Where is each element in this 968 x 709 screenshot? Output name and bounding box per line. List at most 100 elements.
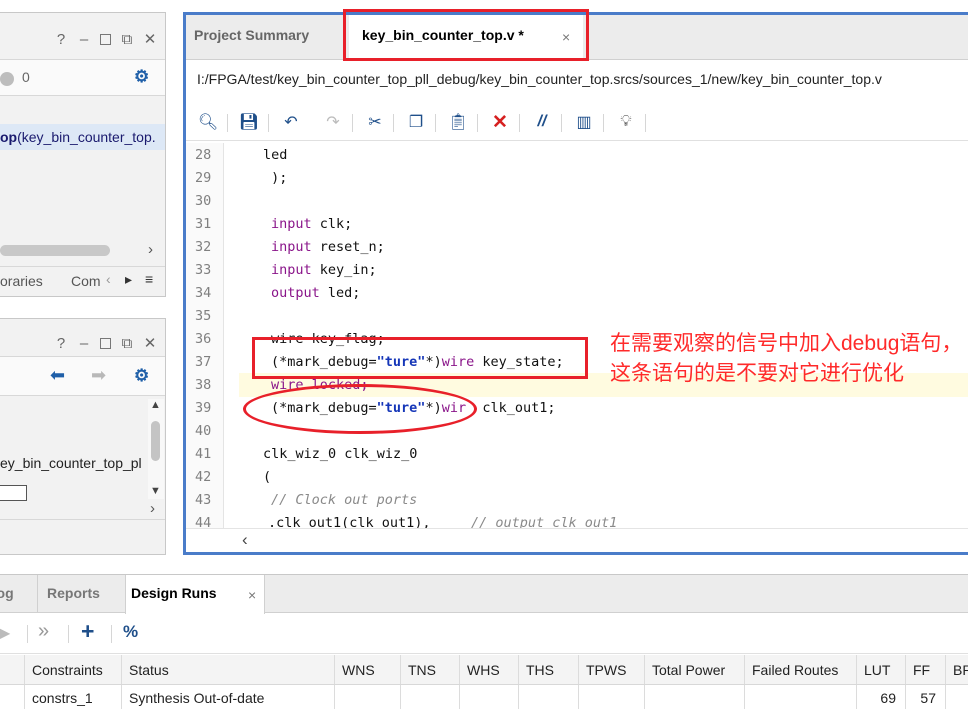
cell-constraints: constrs_1 (24, 685, 120, 709)
tabs-next-icon[interactable]: ▸ (125, 271, 132, 288)
properties-field[interactable] (0, 485, 27, 501)
save-icon[interactable]: 💾︎ (238, 111, 260, 133)
float-icon[interactable]: ⧉ (120, 31, 134, 48)
add-icon[interactable]: + (81, 618, 94, 645)
table-row[interactable]: constrs_1 Synthesis Out-of-date 69 57 (0, 685, 968, 709)
scroll-right-icon[interactable]: › (148, 241, 153, 258)
horizontal-scrollbar[interactable] (0, 245, 110, 256)
back-arrow-icon[interactable]: ⬅ (50, 365, 65, 386)
panel-divider (0, 519, 165, 520)
line-number: 40 (195, 423, 212, 439)
sources-tree-selected-item[interactable]: op (key_bin_counter_top. (0, 124, 165, 150)
properties-panel: ? – ⧉ ✕ ⬅ ➡ ⚙ ey_bin_counter_top_pl ▲ ▼ … (0, 318, 166, 555)
line-number: 37 (195, 354, 212, 370)
line-number: 33 (195, 262, 212, 278)
editor-toolbar: 🔍︎ 💾︎ ↶ ↷ ✂ ❐ 📋︎ ✕ // ▥ 💡︎ (186, 103, 968, 141)
float-icon[interactable]: ⧉ (120, 335, 134, 352)
close-icon[interactable]: ✕ (143, 334, 157, 352)
column-header[interactable]: Constraints (24, 655, 120, 684)
tab-log[interactable]: Log (0, 585, 14, 601)
maximize-icon[interactable] (100, 337, 111, 349)
scroll-up-icon[interactable]: ▲ (150, 399, 161, 411)
column-header[interactable]: Failed Routes (744, 655, 856, 684)
cell-lut: 69 (856, 685, 905, 709)
code-comment: // Clock out ports (271, 492, 418, 508)
line-number: 42 (195, 469, 212, 485)
tabs-menu-icon[interactable]: ≡ (145, 271, 153, 287)
column-header[interactable]: FF (905, 655, 945, 684)
gear-icon[interactable]: ⚙ (134, 366, 149, 386)
undo-icon[interactable]: ↶ (280, 111, 302, 133)
search-icon[interactable]: 🔍︎ (197, 111, 219, 133)
column-header[interactable]: THS (518, 655, 578, 684)
separator (393, 114, 394, 132)
percent-icon[interactable]: % (123, 622, 138, 642)
tabs-prev-icon[interactable]: ‹ (106, 271, 111, 287)
line-number: 30 (195, 193, 212, 209)
separator (435, 114, 436, 132)
tab-libraries[interactable]: oraries (0, 273, 43, 289)
properties-item[interactable]: ey_bin_counter_top_pl (0, 455, 146, 471)
column-header[interactable]: BR (945, 655, 968, 684)
line-number: 38 (195, 377, 212, 393)
mark-debug-highlight-oval (243, 384, 477, 434)
sources-bottom-tabs: oraries Com ‹ ▸ ≡ (0, 266, 165, 298)
vertical-scrollbar[interactable]: ▲ ▼ (148, 399, 164, 499)
cell-whs (459, 685, 518, 709)
separator (519, 114, 520, 132)
redo-icon[interactable]: ↷ (322, 111, 344, 133)
properties-window-controls: ? – ⧉ ✕ (54, 334, 157, 353)
line-number: 32 (195, 239, 212, 255)
help-icon[interactable]: ? (54, 335, 68, 352)
minimize-icon[interactable]: – (77, 335, 91, 352)
code-editor: Project Summary key_bin_counter_top.v * … (183, 9, 968, 555)
paste-icon[interactable]: 📋︎ (447, 111, 469, 133)
design-runs-panel: Log Reports Design Runs × ▶ » + % Constr… (0, 574, 968, 709)
maximize-icon[interactable] (100, 33, 111, 45)
column-header[interactable]: WNS (334, 655, 400, 684)
delete-icon[interactable]: ✕ (489, 111, 511, 133)
column-header[interactable]: Total Power (644, 655, 744, 684)
annotation-text: 在需要观察的信号中加入debug语句，这条语句的是不要对它进行优化 (610, 332, 963, 385)
tab-design-runs[interactable]: Design Runs × (125, 575, 265, 614)
run-icon[interactable]: ▶ (0, 623, 10, 643)
close-icon[interactable]: ✕ (143, 30, 157, 48)
scroll-thumb[interactable] (151, 421, 160, 461)
minimize-icon[interactable]: – (77, 31, 91, 48)
column-header[interactable]: Status (121, 655, 334, 684)
code-text: ); (263, 170, 288, 186)
editor-horizontal-scrollbar[interactable]: ‹ (186, 528, 968, 552)
tab-close-icon[interactable]: × (248, 587, 256, 603)
cell-wns (334, 685, 400, 709)
cut-icon[interactable]: ✂ (364, 111, 386, 133)
column-header[interactable]: LUT (856, 655, 905, 684)
tab-project-summary[interactable]: Project Summary (194, 27, 309, 43)
scroll-right-icon[interactable]: › (150, 500, 155, 517)
help-icon[interactable]: ? (54, 31, 68, 48)
mark-debug-highlight-box (252, 337, 588, 379)
column-header[interactable]: TPWS (578, 655, 644, 684)
forward-arrow-icon[interactable]: ➡ (91, 365, 106, 386)
column-select-icon[interactable]: ▥ (573, 111, 595, 133)
active-tab-highlight-box (343, 9, 589, 61)
code-text: clk_wiz_0 clk_wiz_0 (263, 446, 418, 462)
copy-icon[interactable]: ❐ (405, 111, 427, 133)
column-header[interactable]: WHS (459, 655, 518, 684)
scroll-down-icon[interactable]: ▼ (150, 485, 161, 497)
lightbulb-icon[interactable]: 💡︎ (615, 111, 637, 133)
line-number: 43 (195, 492, 212, 508)
cell-ths (518, 685, 578, 709)
tree-item-name: op (0, 129, 18, 145)
cell-failed-routes (744, 685, 856, 709)
gear-icon[interactable]: ⚙ (134, 67, 149, 87)
tree-item-detail: (key_bin_counter_top. (17, 129, 156, 145)
skip-forward-icon[interactable]: » (38, 620, 49, 643)
comment-toggle-icon[interactable]: // (531, 111, 553, 133)
scroll-left-icon[interactable]: ‹ (242, 530, 248, 550)
column-header[interactable]: TNS (400, 655, 459, 684)
tab-reports[interactable]: Reports (47, 585, 100, 601)
line-number: 34 (195, 285, 212, 301)
tab-compile-order[interactable]: Com (71, 273, 101, 289)
line-number: 28 (195, 147, 212, 163)
sources-window-controls: ? – ⧉ ✕ (54, 30, 157, 49)
